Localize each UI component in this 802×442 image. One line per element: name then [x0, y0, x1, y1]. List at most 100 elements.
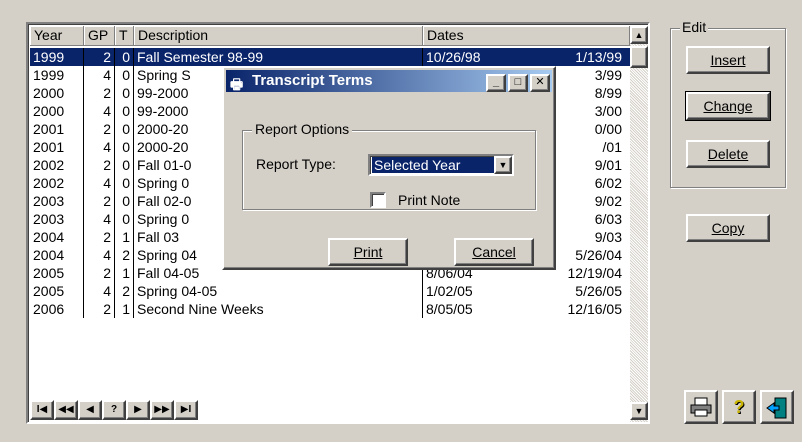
exit-icon	[766, 397, 787, 419]
cell-year: 1999	[30, 48, 84, 66]
scroll-up-button[interactable]: ▲	[630, 26, 648, 44]
cell-gp: 4	[84, 282, 115, 300]
cell-gp: 2	[84, 120, 115, 138]
help-icon: ?	[733, 397, 745, 417]
scroll-thumb[interactable]	[630, 46, 648, 68]
print-note-label[interactable]: Print Note	[398, 192, 460, 208]
nav-help-button[interactable]: ?	[102, 400, 126, 420]
report-type-value: Selected Year	[372, 157, 496, 173]
cell-desc: Second Nine Weeks	[134, 300, 423, 318]
arrow-down-icon: ▼	[634, 406, 644, 416]
scroll-down-button[interactable]: ▼	[630, 402, 648, 420]
arrow-up-icon: ▲	[634, 30, 644, 40]
cell-gp: 4	[84, 66, 115, 84]
change-button[interactable]: Change	[685, 91, 771, 121]
cell-year: 2000	[30, 102, 84, 120]
table-row[interactable]: 2005 4 2 Spring 04-05 1/02/05 5/26/05	[30, 282, 630, 300]
dialog-body: Report Options Report Type: Selected Yea…	[222, 66, 556, 270]
cell-gp: 2	[84, 84, 115, 102]
record-navigator: I◀ ◀◀ ◀ ? ▶ ▶▶ ▶I	[30, 400, 198, 422]
cell-gp: 4	[84, 174, 115, 192]
cell-year: 2005	[30, 264, 84, 282]
cell-gp: 4	[84, 102, 115, 120]
cell-t: 0	[115, 138, 134, 156]
cell-t: 0	[115, 174, 134, 192]
cell-year: 2006	[30, 300, 84, 318]
copy-button[interactable]: Copy	[686, 214, 770, 242]
cell-year: 2005	[30, 282, 84, 300]
print-label: Print	[353, 244, 383, 260]
nav-next-button[interactable]: ▶	[126, 400, 150, 420]
cell-year: 2000	[30, 84, 84, 102]
cell-t: 0	[115, 102, 134, 120]
report-options-label: Report Options	[252, 121, 353, 137]
report-type-select[interactable]: Selected Year ▼	[368, 154, 514, 176]
col-header-t[interactable]: T	[115, 26, 134, 46]
col-header-dates[interactable]: Dates	[423, 26, 630, 46]
print-tool-button[interactable]	[684, 390, 718, 424]
cell-year: 2003	[30, 192, 84, 210]
help-tool-button[interactable]: ?	[722, 390, 756, 424]
cell-gp: 4	[84, 210, 115, 228]
cell-year: 2001	[30, 120, 84, 138]
cell-gp: 2	[84, 300, 115, 318]
col-header-description[interactable]: Description	[134, 26, 423, 46]
cell-t: 0	[115, 120, 134, 138]
vertical-scrollbar[interactable]: ▲ ▼	[630, 26, 648, 422]
nav-last-button[interactable]: ▶I	[174, 400, 198, 420]
cell-gp: 4	[84, 246, 115, 264]
cell-year: 2002	[30, 174, 84, 192]
cell-year: 2002	[30, 156, 84, 174]
cell-t: 0	[115, 66, 134, 84]
cell-desc: Fall Semester 98-99	[134, 48, 423, 66]
cell-t: 0	[115, 210, 134, 228]
cell-t: 0	[115, 192, 134, 210]
cell-t: 0	[115, 48, 134, 66]
cell-gp: 2	[84, 228, 115, 246]
cell-gp: 2	[84, 264, 115, 282]
cell-t: 1	[115, 228, 134, 246]
cell-start: 8/05/05	[426, 301, 473, 317]
nav-prior-button[interactable]: ◀	[78, 400, 102, 420]
nav-first-button[interactable]: I◀	[30, 400, 54, 420]
nav-prior-page-button[interactable]: ◀◀	[54, 400, 78, 420]
cancel-button[interactable]: Cancel	[454, 238, 534, 266]
cell-t: 1	[115, 300, 134, 318]
cell-t: 0	[115, 84, 134, 102]
col-header-gp[interactable]: GP	[84, 26, 115, 46]
insert-button[interactable]: Insert	[686, 46, 770, 74]
cell-gp: 2	[84, 48, 115, 66]
table-row[interactable]: 1999 2 0 Fall Semester 98-99 10/26/98 1/13/99	[30, 48, 630, 66]
col-header-year[interactable]: Year	[30, 26, 84, 46]
printer-icon	[690, 397, 712, 417]
cell-end: 1/13/99	[575, 49, 622, 65]
cell-desc: Spring 04-05	[134, 282, 423, 300]
cell-year: 1999	[30, 66, 84, 84]
table-row[interactable]: 2006 2 1 Second Nine Weeks 8/05/05 12/16/05	[30, 300, 630, 318]
cell-start: 10/26/98	[426, 49, 481, 65]
cell-year: 2001	[30, 138, 84, 156]
cell-year: 2004	[30, 246, 84, 264]
cell-gp: 2	[84, 156, 115, 174]
change-label: Change	[703, 98, 753, 114]
cell-year: 2003	[30, 210, 84, 228]
cell-t: 2	[115, 246, 134, 264]
cell-end: 5/26/05	[575, 283, 622, 299]
cell-t: 2	[115, 282, 134, 300]
insert-label: Insert	[710, 52, 746, 68]
delete-button[interactable]: Delete	[686, 140, 770, 168]
cell-t: 0	[115, 156, 134, 174]
cancel-label: Cancel	[472, 244, 516, 260]
cell-t: 1	[115, 264, 134, 282]
copy-label: Copy	[711, 220, 745, 236]
nav-next-page-button[interactable]: ▶▶	[150, 400, 174, 420]
exit-tool-button[interactable]	[760, 390, 794, 424]
cell-gp: 2	[84, 192, 115, 210]
cell-gp: 4	[84, 138, 115, 156]
print-note-checkbox[interactable]	[370, 192, 386, 208]
edit-group-label: Edit	[680, 19, 709, 35]
cell-year: 2004	[30, 228, 84, 246]
chevron-down-icon[interactable]: ▼	[494, 156, 512, 174]
report-type-label: Report Type:	[256, 156, 336, 172]
print-button[interactable]: Print	[328, 238, 408, 266]
